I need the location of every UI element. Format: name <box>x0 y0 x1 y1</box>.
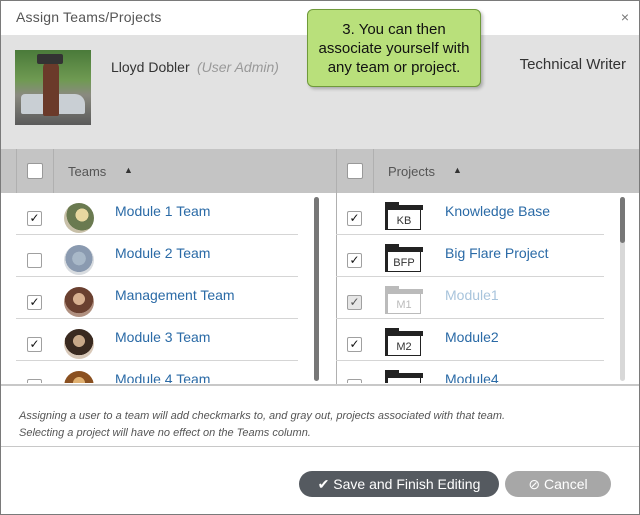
save-and-finish-button[interactable]: ✔ Save and Finish Editing <box>299 471 499 497</box>
team-checkbox[interactable]: ✓ <box>27 211 42 226</box>
info-text: Assigning a user to a team will add chec… <box>1 395 639 447</box>
folder-abbr: KB <box>385 210 421 230</box>
list-item[interactable]: Module 4 Team <box>16 361 298 383</box>
select-all-projects-checkbox[interactable] <box>347 163 363 179</box>
folder-icon: M1 <box>385 286 423 315</box>
callout-line-2: associate yourself with <box>318 40 470 57</box>
folder-abbr: BFP <box>385 252 421 272</box>
list-item[interactable]: ✓ BFP Big Flare Project <box>336 235 604 277</box>
team-label[interactable]: Management Team <box>115 287 235 303</box>
folder-abbr: M1 <box>385 294 421 314</box>
list-item[interactable]: ✓ Module 1 Team <box>16 193 298 235</box>
folder-icon: M4 <box>385 370 423 383</box>
lists-header: Teams ▲ Projects ▲ <box>1 149 639 193</box>
teams-column-header[interactable]: Teams <box>68 164 106 179</box>
projects-scroll-thumb[interactable] <box>620 197 625 243</box>
team-label[interactable]: Module 1 Team <box>115 203 210 219</box>
avatar <box>15 50 91 125</box>
cancel-button[interactable]: ⊘ Cancel <box>505 471 611 497</box>
tutorial-callout: 3. You can then associate yourself with … <box>307 9 481 87</box>
info-line-1: Assigning a user to a team will add chec… <box>19 410 506 422</box>
user-name: Lloyd Dobler <box>111 59 190 75</box>
folder-abbr: M2 <box>385 336 421 356</box>
team-checkbox[interactable]: ✓ <box>27 337 42 352</box>
team-avatar <box>64 371 94 383</box>
callout-line-1: 3. You can then <box>342 21 446 38</box>
project-label[interactable]: Module1 <box>445 287 499 303</box>
folder-abbr: M4 <box>385 378 421 383</box>
select-all-teams-checkbox[interactable] <box>27 163 43 179</box>
folder-icon: M2 <box>385 328 423 357</box>
user-role: (User Admin) <box>197 59 279 75</box>
project-label[interactable]: Knowledge Base <box>445 203 550 219</box>
project-checkbox[interactable]: ✓ <box>347 337 362 352</box>
cancel-button-label: Cancel <box>544 476 588 492</box>
team-checkbox[interactable] <box>27 379 42 383</box>
team-label[interactable]: Module 2 Team <box>115 245 210 261</box>
teams-sort-arrow-icon[interactable]: ▲ <box>124 165 133 175</box>
project-label[interactable]: Module2 <box>445 329 499 345</box>
callout-line-3: any team or project. <box>327 59 461 76</box>
folder-icon: BFP <box>385 244 423 273</box>
projects-sort-arrow-icon[interactable]: ▲ <box>453 165 462 175</box>
project-checkbox[interactable]: ✓ <box>347 295 362 310</box>
teams-list: ✓ Module 1 Team Module 2 Team ✓ Manageme… <box>16 193 298 383</box>
project-label[interactable]: Big Flare Project <box>445 245 548 261</box>
project-label[interactable]: Module4 <box>445 371 499 383</box>
list-item[interactable]: ✓ Management Team <box>16 277 298 319</box>
folder-icon: KB <box>385 202 423 231</box>
close-icon[interactable]: × <box>621 9 629 25</box>
list-item[interactable]: ✓ KB Knowledge Base <box>336 193 604 235</box>
team-label[interactable]: Module 4 Team <box>115 371 210 383</box>
project-checkbox[interactable] <box>347 379 362 383</box>
team-label[interactable]: Module 3 Team <box>115 329 210 345</box>
team-checkbox[interactable]: ✓ <box>27 295 42 310</box>
assign-teams-projects-dialog: Assign Teams/Projects × Lloyd Dobler (Us… <box>0 0 640 515</box>
list-item[interactable]: ✓ M2 Module2 <box>336 319 604 361</box>
dialog-title: Assign Teams/Projects <box>16 9 162 25</box>
projects-column-header[interactable]: Projects <box>388 164 435 179</box>
info-line-2: Selecting a project will have no effect … <box>19 427 311 439</box>
list-item[interactable]: Module 2 Team <box>16 235 298 277</box>
team-avatar <box>64 203 94 233</box>
cancel-icon: ⊘ <box>528 476 541 492</box>
team-checkbox[interactable] <box>27 253 42 268</box>
list-item[interactable]: M4 Module4 <box>336 361 604 383</box>
user-job-title: Technical Writer <box>519 56 626 73</box>
save-button-label: Save and Finish Editing <box>333 476 481 492</box>
teams-scroll-thumb[interactable] <box>314 197 319 381</box>
check-icon: ✔ <box>317 476 330 492</box>
project-checkbox[interactable]: ✓ <box>347 211 362 226</box>
team-avatar <box>64 245 94 275</box>
team-avatar <box>64 287 94 317</box>
project-checkbox[interactable]: ✓ <box>347 253 362 268</box>
list-item[interactable]: ✓ Module 3 Team <box>16 319 298 361</box>
team-avatar <box>64 329 94 359</box>
list-item[interactable]: ✓ M1 Module1 <box>336 277 604 319</box>
projects-list: ✓ KB Knowledge Base ✓ BFP Big Flare Proj… <box>336 193 604 383</box>
